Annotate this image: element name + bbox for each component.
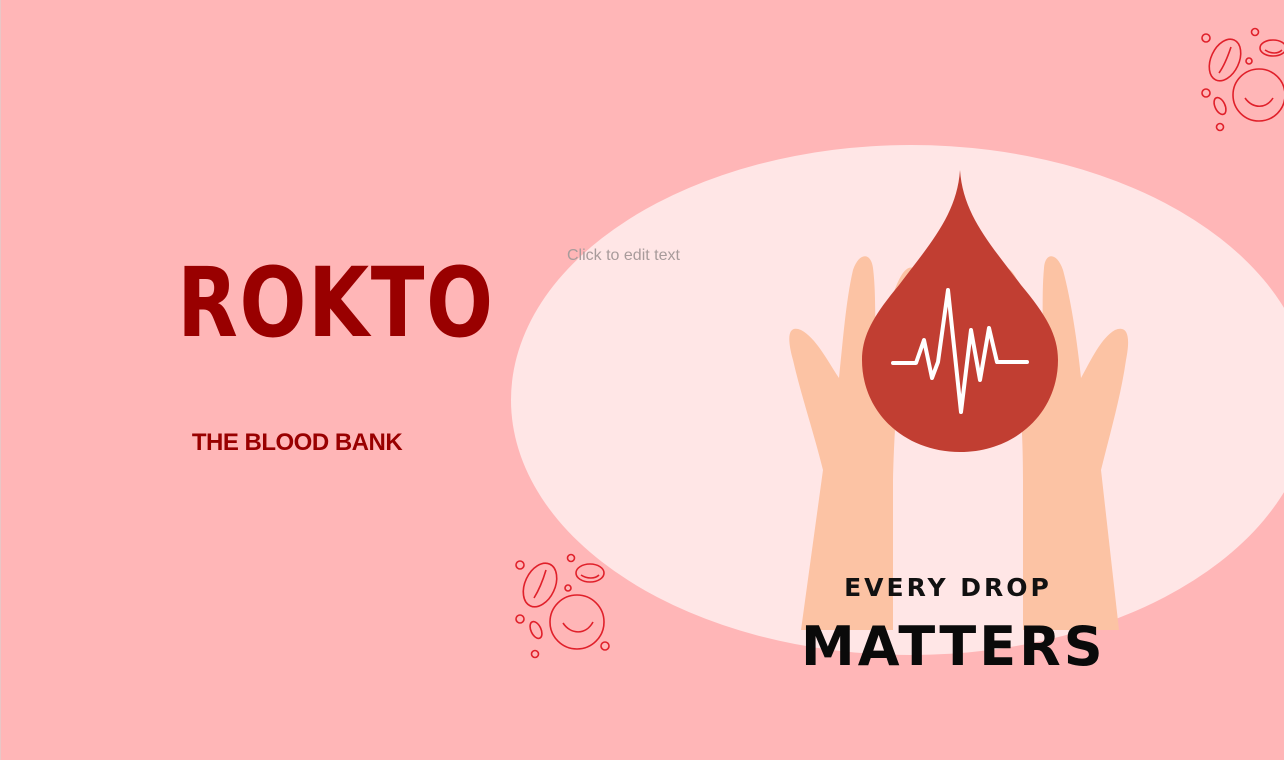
slide-canvas[interactable]: ROKTO THE BLOOD BANK Click to edit text … [0, 0, 1284, 760]
blood-cells-icon [515, 553, 610, 659]
text-placeholder[interactable]: Click to edit text [567, 247, 680, 265]
tagline-every-drop: EVERY DROP [844, 573, 1052, 602]
tagline-matters: MATTERS [801, 615, 1106, 678]
blood-cells-icon [1201, 27, 1284, 132]
slide-title[interactable]: ROKTO [177, 248, 493, 358]
slide-subtitle[interactable]: THE BLOOD BANK [141, 428, 453, 458]
